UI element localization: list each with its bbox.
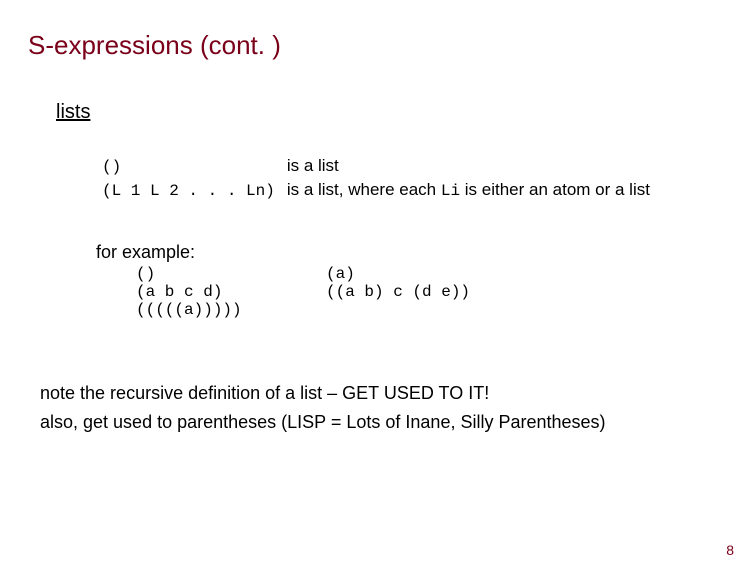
example-right: (a) — [326, 265, 728, 283]
example-right: ((a b) c (d e)) — [326, 283, 728, 301]
definition-code: (L 1 L 2 . . . Ln) — [96, 178, 281, 202]
section-lists: lists () is a list (L 1 L 2 . . . Ln) is… — [56, 101, 728, 319]
example-right — [326, 301, 728, 319]
example-left: () — [136, 265, 326, 283]
definition-row: () is a list — [96, 154, 656, 178]
definition-table: () is a list (L 1 L 2 . . . Ln) is a lis… — [96, 154, 656, 202]
definition-li-code: Li — [441, 182, 460, 200]
definition-desc-after: is either an atom or a list — [460, 180, 650, 199]
definition-desc: is a list, where each Li is either an at… — [281, 178, 656, 202]
example-row: (a b c d) ((a b) c (d e)) — [136, 283, 728, 301]
example-row: (((((a))))) — [136, 301, 728, 319]
definition-desc: is a list — [281, 154, 656, 178]
example-left: (((((a))))) — [136, 301, 326, 319]
slide-title: S-expressions (cont. ) — [28, 30, 728, 61]
note-line: also, get used to parentheses (LISP = Lo… — [40, 408, 728, 437]
section-heading: lists — [56, 101, 728, 124]
example-row: () (a) — [136, 265, 728, 283]
page-number: 8 — [726, 542, 734, 558]
slide: S-expressions (cont. ) lists () is a lis… — [0, 0, 756, 576]
for-example-label: for example: — [96, 242, 728, 263]
note-line: note the recursive definition of a list … — [40, 379, 728, 408]
definition-row: (L 1 L 2 . . . Ln) is a list, where each… — [96, 178, 656, 202]
definition-code: () — [96, 154, 281, 178]
example-left: (a b c d) — [136, 283, 326, 301]
definition-desc-before: is a list, where each — [287, 180, 441, 199]
notes-block: note the recursive definition of a list … — [40, 379, 728, 437]
